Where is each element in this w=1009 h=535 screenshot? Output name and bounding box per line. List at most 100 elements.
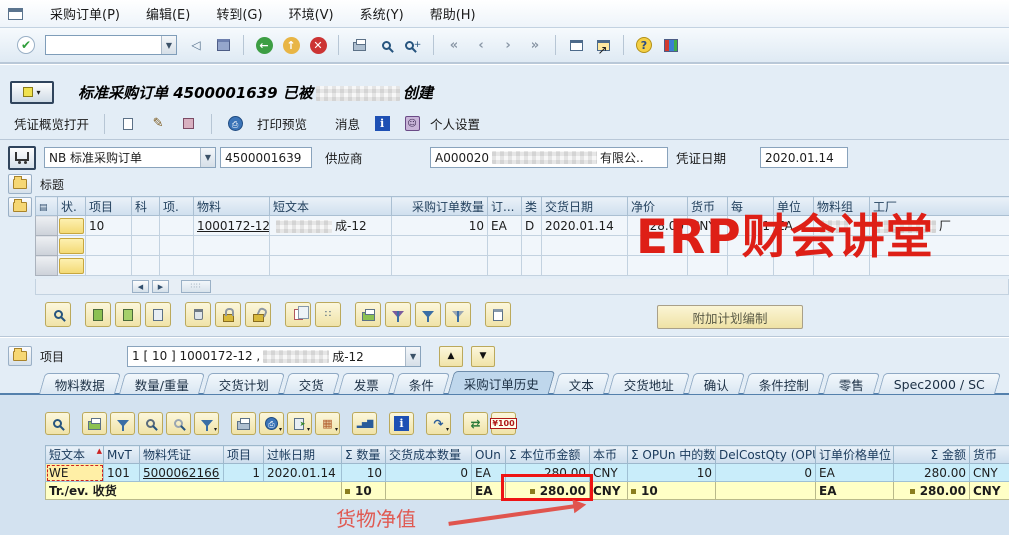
column-po-quantity[interactable]: 采购订单数量	[392, 197, 488, 216]
empty-cell[interactable]	[542, 256, 628, 276]
menu-environment[interactable]: 环境(V)	[276, 4, 347, 23]
next-page-button[interactable]: ›	[496, 34, 520, 57]
personal-settings-button[interactable]: ☺	[400, 112, 424, 135]
chevron-down-icon[interactable]: ▼	[161, 36, 176, 54]
sort-ascending-icon[interactable]	[82, 412, 107, 435]
item-details-icon[interactable]	[45, 302, 71, 327]
exit-button[interactable]: ↑	[279, 34, 303, 57]
scrollbar-handle[interactable]: ∷∷	[181, 280, 211, 293]
empty-cell[interactable]	[160, 236, 194, 256]
empty-cell[interactable]	[488, 256, 522, 276]
col-currency[interactable]: 货币	[970, 446, 1009, 464]
totals-delcostqty-cell[interactable]	[716, 482, 816, 500]
tab-texts[interactable]: 文本	[553, 373, 610, 394]
menu-edit[interactable]: 编辑(E)	[133, 4, 203, 23]
totals-order-price-unit-cell[interactable]: EA	[816, 482, 894, 500]
copy-item-icon[interactable]	[285, 302, 311, 327]
col-posting-date[interactable]: 过帐日期	[264, 446, 342, 464]
amount-cell[interactable]: 280.00	[894, 464, 970, 482]
scroll-right-button[interactable]: ▶	[152, 280, 169, 293]
column-date-cat[interactable]: 类	[522, 197, 542, 216]
graphic-icon[interactable]: ▂▅▇	[352, 412, 377, 435]
posting-date-cell[interactable]: 2020.01.14	[264, 464, 342, 482]
mvt-cell[interactable]: 101	[104, 464, 140, 482]
status-cell[interactable]	[58, 256, 86, 276]
tab-material-data[interactable]: 物料数据	[39, 373, 121, 394]
item-cell[interactable]: 1	[224, 464, 264, 482]
default-values-icon[interactable]: ∷	[315, 302, 341, 327]
vendor-field[interactable]: A000020有限公..	[430, 147, 668, 168]
material-link[interactable]: 1000172-12	[197, 219, 270, 233]
tab-conditions[interactable]: 条件	[393, 373, 450, 394]
status-cell[interactable]	[58, 236, 86, 256]
col-delcostqty-opun[interactable]: DelCostQty (OPUn)	[716, 446, 816, 464]
col-delivery-cost-qty[interactable]: 交货成本数量	[386, 446, 472, 464]
sort-descending-icon[interactable]	[110, 412, 135, 435]
previous-page-button[interactable]: ‹	[469, 34, 493, 57]
back-button[interactable]: ←	[252, 34, 276, 57]
system-menu-icon[interactable]	[8, 8, 23, 20]
tab-delivery[interactable]: 交货	[283, 373, 340, 394]
new-session-button[interactable]	[564, 34, 588, 57]
totals-delivery-cost-cell[interactable]	[386, 482, 472, 500]
column-delivery-date[interactable]: 交货日期	[542, 197, 628, 216]
header-expand-button[interactable]	[8, 146, 36, 170]
column-item[interactable]: 项目	[86, 197, 132, 216]
totals-currency-cell[interactable]: CNY	[970, 482, 1009, 500]
po-quantity-cell[interactable]: 10	[392, 216, 488, 236]
material-cell[interactable]: 1000172-12	[194, 216, 270, 236]
export-icon[interactable]: ➤▾	[287, 412, 312, 435]
document-date-field[interactable]: 2020.01.14	[760, 147, 848, 168]
print-icon[interactable]	[231, 412, 256, 435]
col-qty-opun[interactable]: Σ OPUn 中的数量	[628, 446, 716, 464]
lc-cell[interactable]: CNY	[590, 464, 628, 482]
column-order-unit[interactable]: 订...	[488, 197, 522, 216]
tab-delivery-address[interactable]: 交货地址	[608, 373, 690, 394]
column-item-cat[interactable]: 项.	[160, 197, 194, 216]
material-document-cell[interactable]: 5000062166	[140, 464, 224, 482]
find-next-button[interactable]: +	[401, 34, 425, 57]
item-collapse-button[interactable]	[8, 346, 32, 366]
empty-cell[interactable]	[86, 236, 132, 256]
find-button[interactable]	[374, 34, 398, 57]
info-button[interactable]: i	[370, 112, 394, 135]
save-button[interactable]	[211, 34, 235, 57]
totals-qty-opun-cell[interactable]: 10	[628, 482, 716, 500]
create-shortcut-button[interactable]: ↗	[591, 34, 615, 57]
collapse-button[interactable]: ◁	[184, 34, 208, 57]
col-order-price-unit[interactable]: 订单价格单位	[816, 446, 894, 464]
item-display-icon[interactable]	[145, 302, 171, 327]
refresh-icon[interactable]: ⇄	[463, 412, 488, 435]
col-amount-lc[interactable]: Σ 本位币金额	[506, 446, 590, 464]
col-mvt[interactable]: MvT	[104, 446, 140, 464]
document-overview-button[interactable]: 凭证概览打开	[10, 112, 93, 135]
col-oun[interactable]: OUn	[472, 446, 506, 464]
delivery-cost-qty-cell[interactable]: 0	[386, 464, 472, 482]
status-cell[interactable]	[58, 216, 86, 236]
col-lc[interactable]: 本币	[590, 446, 628, 464]
find-next-icon[interactable]	[166, 412, 191, 435]
empty-cell[interactable]	[270, 236, 392, 256]
currency-icon[interactable]: ¥100	[491, 412, 516, 435]
empty-cell[interactable]	[522, 236, 542, 256]
empty-cell[interactable]	[86, 256, 132, 276]
empty-cell[interactable]	[270, 256, 392, 276]
col-short-text[interactable]: 短文本▲	[46, 446, 104, 464]
date-cat-cell[interactable]: D	[522, 216, 542, 236]
menu-purchase-order[interactable]: 采购订单(P)	[37, 4, 133, 23]
layout-icon[interactable]: ▦▾	[315, 412, 340, 435]
services-for-object-button[interactable]: ▾	[10, 81, 54, 104]
col-item[interactable]: 项目	[224, 446, 264, 464]
clipboard-icon[interactable]	[485, 302, 511, 327]
previous-item-button[interactable]: ▲	[439, 346, 463, 367]
empty-cell[interactable]	[132, 256, 160, 276]
tab-condition-control[interactable]: 条件控制	[743, 373, 825, 394]
quantity-cell[interactable]: 10	[342, 464, 386, 482]
help-button[interactable]: ?	[632, 34, 656, 57]
command-field[interactable]: ▼	[45, 35, 177, 55]
find-icon[interactable]	[138, 412, 163, 435]
order-type-select[interactable]: NB 标准采购订单▼	[44, 147, 216, 168]
empty-cell[interactable]	[392, 256, 488, 276]
delete-item-icon[interactable]	[185, 302, 211, 327]
totals-label-cell[interactable]: Tr./ev. 收货	[46, 482, 342, 500]
